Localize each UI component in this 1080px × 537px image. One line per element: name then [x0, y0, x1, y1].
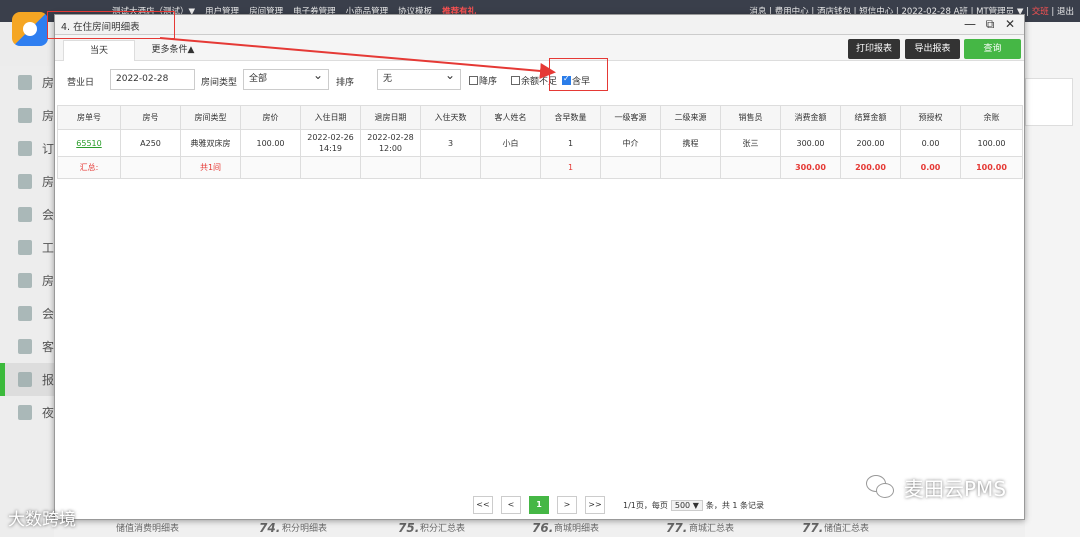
- brand-watermark: 大数跨境: [8, 510, 76, 530]
- wechat-icon: [866, 474, 896, 501]
- wechat-account-name: 麦田云PMS: [904, 477, 1007, 501]
- annotation-arrow: [159, 37, 556, 79]
- wechat-watermark: 麦田云PMS: [866, 473, 1006, 502]
